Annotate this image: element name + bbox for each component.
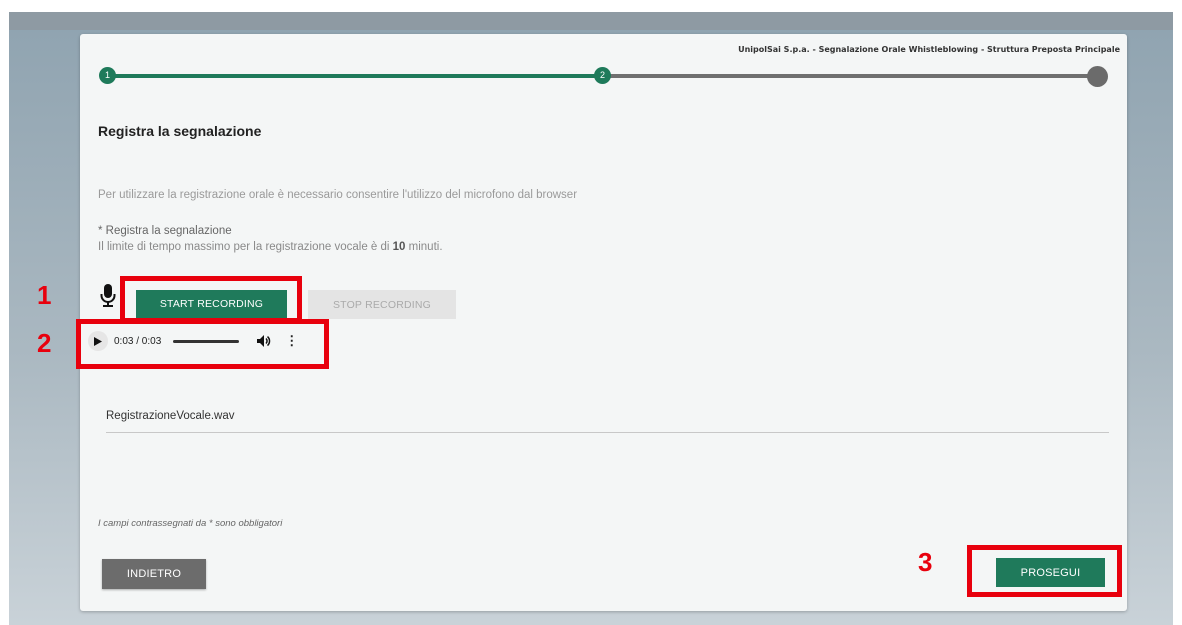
microphone-icon xyxy=(100,284,116,307)
recording-file-field: RegistrazioneVocale.wav xyxy=(106,410,1109,433)
recording-required-label: * Registra la segnalazione xyxy=(98,225,232,237)
highlight-box-1 xyxy=(120,276,302,323)
annotation-number-3: 3 xyxy=(918,547,933,577)
highlight-box-3 xyxy=(967,545,1122,597)
time-limit-suffix: minuti. xyxy=(405,241,443,253)
stepper-track-pending xyxy=(603,74,1091,78)
annotation-number-2: 2 xyxy=(37,328,52,358)
section-title: Registra la segnalazione xyxy=(98,123,262,139)
time-limit-text: Il limite di tempo massimo per la regist… xyxy=(98,241,443,253)
header-title: UnipolSai S.p.a. - Segnalazione Orale Wh… xyxy=(738,45,1120,54)
stop-recording-button[interactable]: STOP RECORDING xyxy=(308,290,456,319)
time-limit-value: 10 xyxy=(392,241,406,253)
annotation-number-1: 1 xyxy=(37,280,52,310)
back-button[interactable]: INDIETRO xyxy=(102,559,206,589)
time-limit-prefix: Il limite di tempo massimo per la regist… xyxy=(98,241,393,253)
microphone-info-text: Per utilizzare la registrazione orale è … xyxy=(98,189,578,201)
step-3 xyxy=(1087,66,1108,87)
step-2: 2 xyxy=(594,67,611,84)
step-1: 1 xyxy=(99,67,116,84)
required-fields-note: I campi contrassegnati da * sono obbliga… xyxy=(98,518,283,529)
stepper-track-completed xyxy=(107,74,601,78)
highlight-box-2 xyxy=(76,319,329,369)
